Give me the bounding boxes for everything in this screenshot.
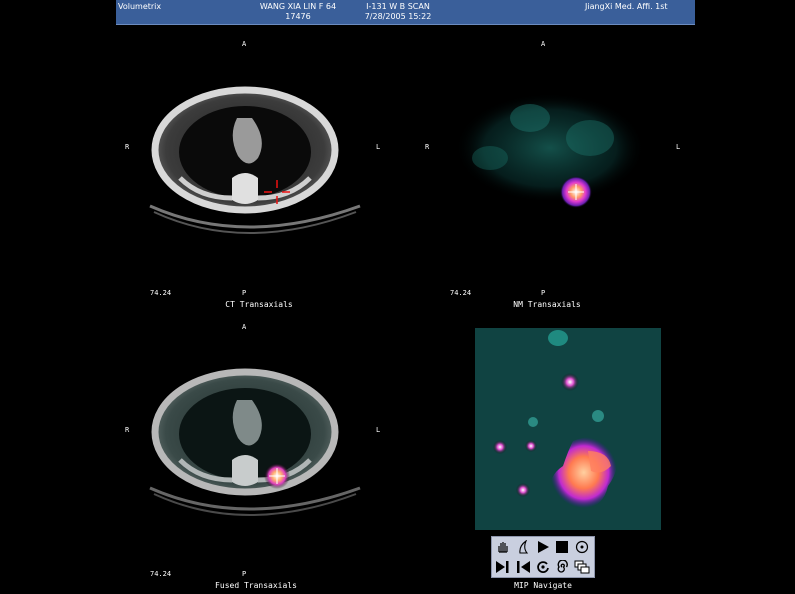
previous-frame-icon[interactable] (515, 559, 531, 575)
ct-anterior-label: A (242, 40, 247, 48)
brightness-icon[interactable] (515, 539, 531, 555)
fused-left-label: L (376, 426, 381, 434)
brand-name: Volumetrix (118, 2, 162, 11)
spiral-icon[interactable] (554, 559, 570, 575)
fused-anterior-label: A (242, 323, 247, 331)
fused-posterior-label: P (242, 570, 247, 578)
fused-slice-number: 74.24 (150, 570, 172, 578)
ct-transaxial-image[interactable] (140, 78, 370, 248)
institution-name: JiangXi Med. Affi. 1st (585, 2, 668, 11)
study-datetime: 7/28/2005 15:22 (364, 12, 432, 21)
ct-left-label: L (376, 143, 381, 151)
nm-left-label: L (676, 143, 681, 151)
ct-slice-number: 74.24 (150, 289, 172, 297)
nm-right-label: R (425, 143, 430, 151)
hand-tool-icon[interactable] (495, 539, 511, 555)
mip-panel-title: MIP Navigate (514, 581, 572, 590)
mip-navigate-image[interactable] (473, 326, 663, 532)
patient-id: 17476 (285, 12, 311, 21)
ct-posterior-label: P (242, 289, 247, 297)
ct-right-label: R (125, 143, 130, 151)
patient-name: WANG XIA LIN F 64 (259, 2, 337, 11)
nm-transaxial-image[interactable] (450, 88, 660, 228)
nm-posterior-label: P (541, 289, 546, 297)
mip-toolbar (491, 536, 595, 578)
study-name: I-131 W B SCAN (366, 2, 430, 11)
target-icon[interactable] (574, 539, 590, 555)
stop-icon[interactable] (554, 539, 570, 555)
next-frame-icon[interactable] (495, 559, 511, 575)
rotate-icon[interactable] (535, 559, 551, 575)
nm-anterior-label: A (541, 40, 546, 48)
fused-panel-title: Fused Transaxials (215, 581, 297, 590)
layers-icon[interactable] (574, 559, 590, 575)
ct-panel-title: CT Transaxials (225, 300, 293, 309)
play-icon[interactable] (535, 539, 551, 555)
nm-slice-number: 74.24 (450, 289, 472, 297)
fused-transaxial-image[interactable] (140, 360, 370, 530)
fused-right-label: R (125, 426, 130, 434)
nm-panel-title: NM Transaxials (513, 300, 581, 309)
header-bar: Volumetrix WANG XIA LIN F 64 17476 I-131… (116, 0, 695, 25)
